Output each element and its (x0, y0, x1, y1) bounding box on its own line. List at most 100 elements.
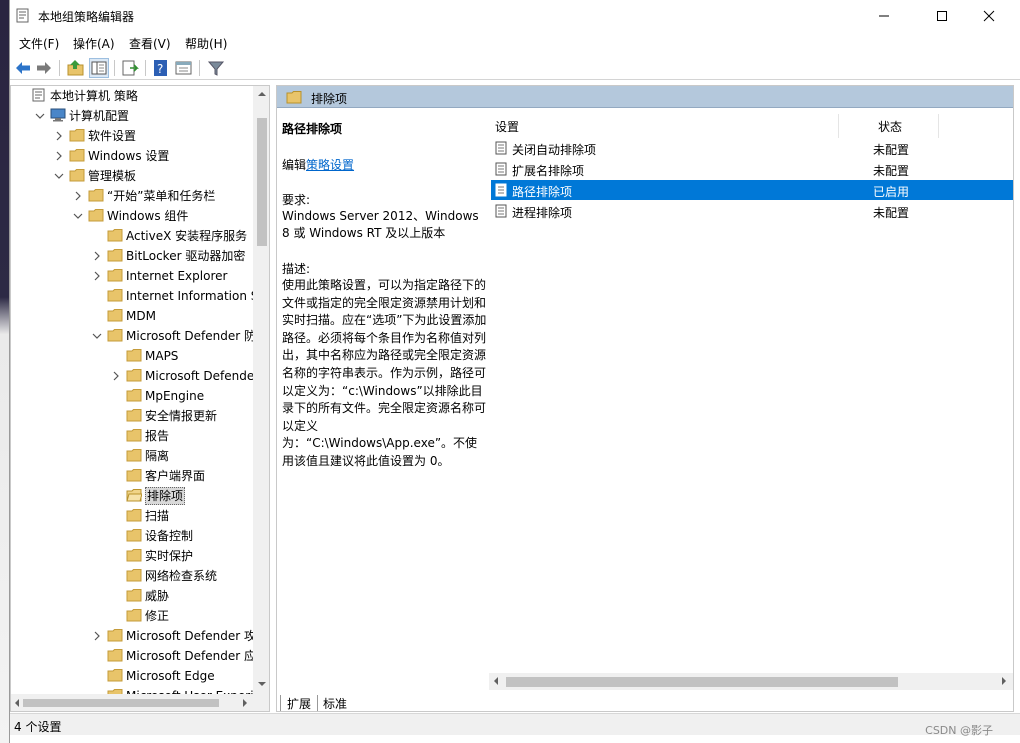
tree-horizontal-scroll-thumb[interactable] (23, 699, 219, 707)
tree-item[interactable]: ActiveX 安装程序服务 (11, 226, 253, 246)
folder-icon (126, 509, 142, 522)
column-header-setting[interactable]: 设置 (495, 118, 519, 135)
chevron-right-icon[interactable] (92, 251, 102, 261)
tab-standard[interactable]: 标准 (317, 695, 353, 711)
tree-item[interactable]: “开始”菜单和任务栏 (11, 186, 253, 206)
tree-item[interactable]: 排除项 (11, 486, 253, 506)
tab-extended[interactable]: 扩展 (280, 695, 319, 711)
menu-action[interactable]: 操作(A) (73, 35, 115, 52)
tree-item-label: Microsoft Edge (126, 669, 215, 683)
filter-button[interactable] (206, 58, 226, 78)
folder-icon (107, 229, 123, 242)
back-button[interactable] (13, 58, 33, 78)
tree-item[interactable]: Microsoft Defender 应用 (11, 646, 268, 666)
tree-vertical-scroll-thumb[interactable] (257, 118, 267, 246)
tree-item[interactable]: Microsoft Defender 攻击 (11, 626, 268, 646)
close-button[interactable] (966, 0, 1012, 31)
list-horizontal-scrollbar[interactable] (489, 673, 1013, 690)
status-bar: 4 个设置 CSDN @影子 (10, 713, 1020, 737)
chevron-right-icon[interactable] (54, 131, 64, 141)
tree-item[interactable]: MAPS (11, 346, 253, 366)
tree-item[interactable]: Internet Information Serv (11, 286, 269, 306)
tree-item[interactable]: 修正 (11, 606, 253, 626)
chevron-right-icon[interactable] (111, 371, 121, 381)
menu-file[interactable]: 文件(F) (19, 35, 59, 52)
tree-item[interactable]: 实时保护 (11, 546, 253, 566)
scroll-down-icon[interactable] (258, 682, 266, 686)
tree-item[interactable]: 报告 (11, 426, 253, 446)
tree-item-label: “开始”菜单和任务栏 (107, 189, 216, 203)
folder-icon (69, 149, 85, 162)
menu-help[interactable]: 帮助(H) (185, 35, 227, 52)
setting-row[interactable]: 扩展名排除项 未配置 (491, 159, 1013, 179)
menu-view[interactable]: 查看(V) (129, 35, 171, 52)
requirements-heading: 要求: (282, 193, 311, 207)
title-bar[interactable]: 本地组策略编辑器 (10, 0, 1020, 31)
chevron-down-icon[interactable] (92, 331, 102, 341)
up-folder-button[interactable] (66, 58, 86, 78)
tree-item[interactable]: Windows 设置 (11, 146, 253, 166)
tree-vertical-scrollbar[interactable] (253, 86, 269, 694)
scroll-right-icon[interactable] (243, 699, 247, 707)
tree-item[interactable]: 威胁 (11, 586, 253, 606)
tree-item[interactable]: Microsoft Defender 防病 (11, 326, 268, 346)
scroll-left-icon[interactable] (494, 677, 498, 685)
tree-item[interactable]: Windows 组件 (11, 206, 253, 226)
tree-item[interactable]: BitLocker 驱动器加密 (11, 246, 253, 266)
tree-item[interactable]: 软件设置 (11, 126, 253, 146)
show-hide-tree-button[interactable] (89, 58, 109, 78)
scroll-left-icon[interactable] (15, 699, 19, 707)
tree-item-label: 管理模板 (88, 169, 137, 183)
folder-icon (88, 189, 104, 202)
tree-item[interactable]: 设备控制 (11, 526, 253, 546)
column-divider[interactable] (938, 114, 939, 138)
column-header-state[interactable]: 状态 (878, 118, 902, 135)
tree-pane[interactable]: 本地计算机 策略 计算机配置 软件设置 Windows 设置管理模板 “开始”菜单和任务… (10, 85, 270, 712)
tree-item[interactable]: MpEngine (11, 386, 253, 406)
scroll-right-icon[interactable] (1002, 677, 1006, 685)
tree-item-label: Internet Information Serv (126, 289, 270, 303)
chevron-down-icon[interactable] (73, 211, 83, 221)
tree-item[interactable]: Microsoft Defender 攻 (11, 366, 269, 386)
description-text: 使用此策略设置，可以为指定路径下的文件或指定的完全限定资源禁用计划和实时扫描。应… (282, 278, 487, 468)
setting-row[interactable]: 关闭自动排除项 未配置 (491, 138, 1013, 158)
tree-item[interactable]: 本地计算机 策略 (11, 86, 253, 106)
tree-item[interactable]: 客户端界面 (11, 466, 253, 486)
scroll-up-icon[interactable] (258, 92, 266, 96)
gpedit-window: 本地组策略编辑器 文件(F) 操作(A) 查看(V) 帮助(H) ? 本地计算机… (9, 0, 1020, 743)
chevron-down-icon[interactable] (54, 171, 64, 181)
tree-item-label: BitLocker 驱动器加密 (126, 249, 246, 263)
chevron-right-icon[interactable] (92, 631, 102, 641)
setting-name: 关闭自动排除项 (512, 143, 597, 157)
tree-item[interactable]: 管理模板 (11, 166, 253, 186)
tree-item-label: Microsoft Defender 应用 (126, 649, 269, 663)
tree-item[interactable]: 计算机配置 (11, 106, 253, 126)
properties-button[interactable] (174, 58, 194, 78)
help-button[interactable]: ? (151, 58, 171, 78)
folder-icon (126, 449, 142, 462)
edit-policy-link[interactable]: 策略设置 (306, 158, 354, 172)
setting-row[interactable]: 进程排除项 未配置 (491, 201, 1013, 221)
column-divider[interactable] (838, 114, 839, 138)
tree-item-label: Microsoft Defender 攻 (145, 369, 270, 383)
tree-item[interactable]: 网络检查系统 (11, 566, 253, 586)
tree-item[interactable]: 安全情报更新 (11, 406, 253, 426)
tree-item[interactable]: Internet Explorer (11, 266, 253, 286)
tree-horizontal-scrollbar[interactable] (11, 694, 253, 711)
minimize-button[interactable] (861, 0, 907, 31)
chevron-right-icon[interactable] (73, 191, 83, 201)
chevron-right-icon[interactable] (54, 151, 64, 161)
setting-row[interactable]: 路径排除项 已启用 (491, 180, 1013, 200)
folder-icon (107, 309, 123, 322)
chevron-down-icon[interactable] (35, 111, 45, 121)
list-horizontal-scroll-thumb[interactable] (506, 677, 898, 687)
export-list-button[interactable] (120, 58, 140, 78)
details-header-title: 排除项 (311, 92, 348, 106)
maximize-button[interactable] (919, 0, 965, 31)
forward-button[interactable] (34, 58, 54, 78)
chevron-right-icon[interactable] (92, 271, 102, 281)
tree-item[interactable]: MDM (11, 306, 253, 326)
tree-item[interactable]: 扫描 (11, 506, 253, 526)
tree-item[interactable]: 隔离 (11, 446, 253, 466)
tree-item[interactable]: Microsoft Edge (11, 666, 253, 686)
